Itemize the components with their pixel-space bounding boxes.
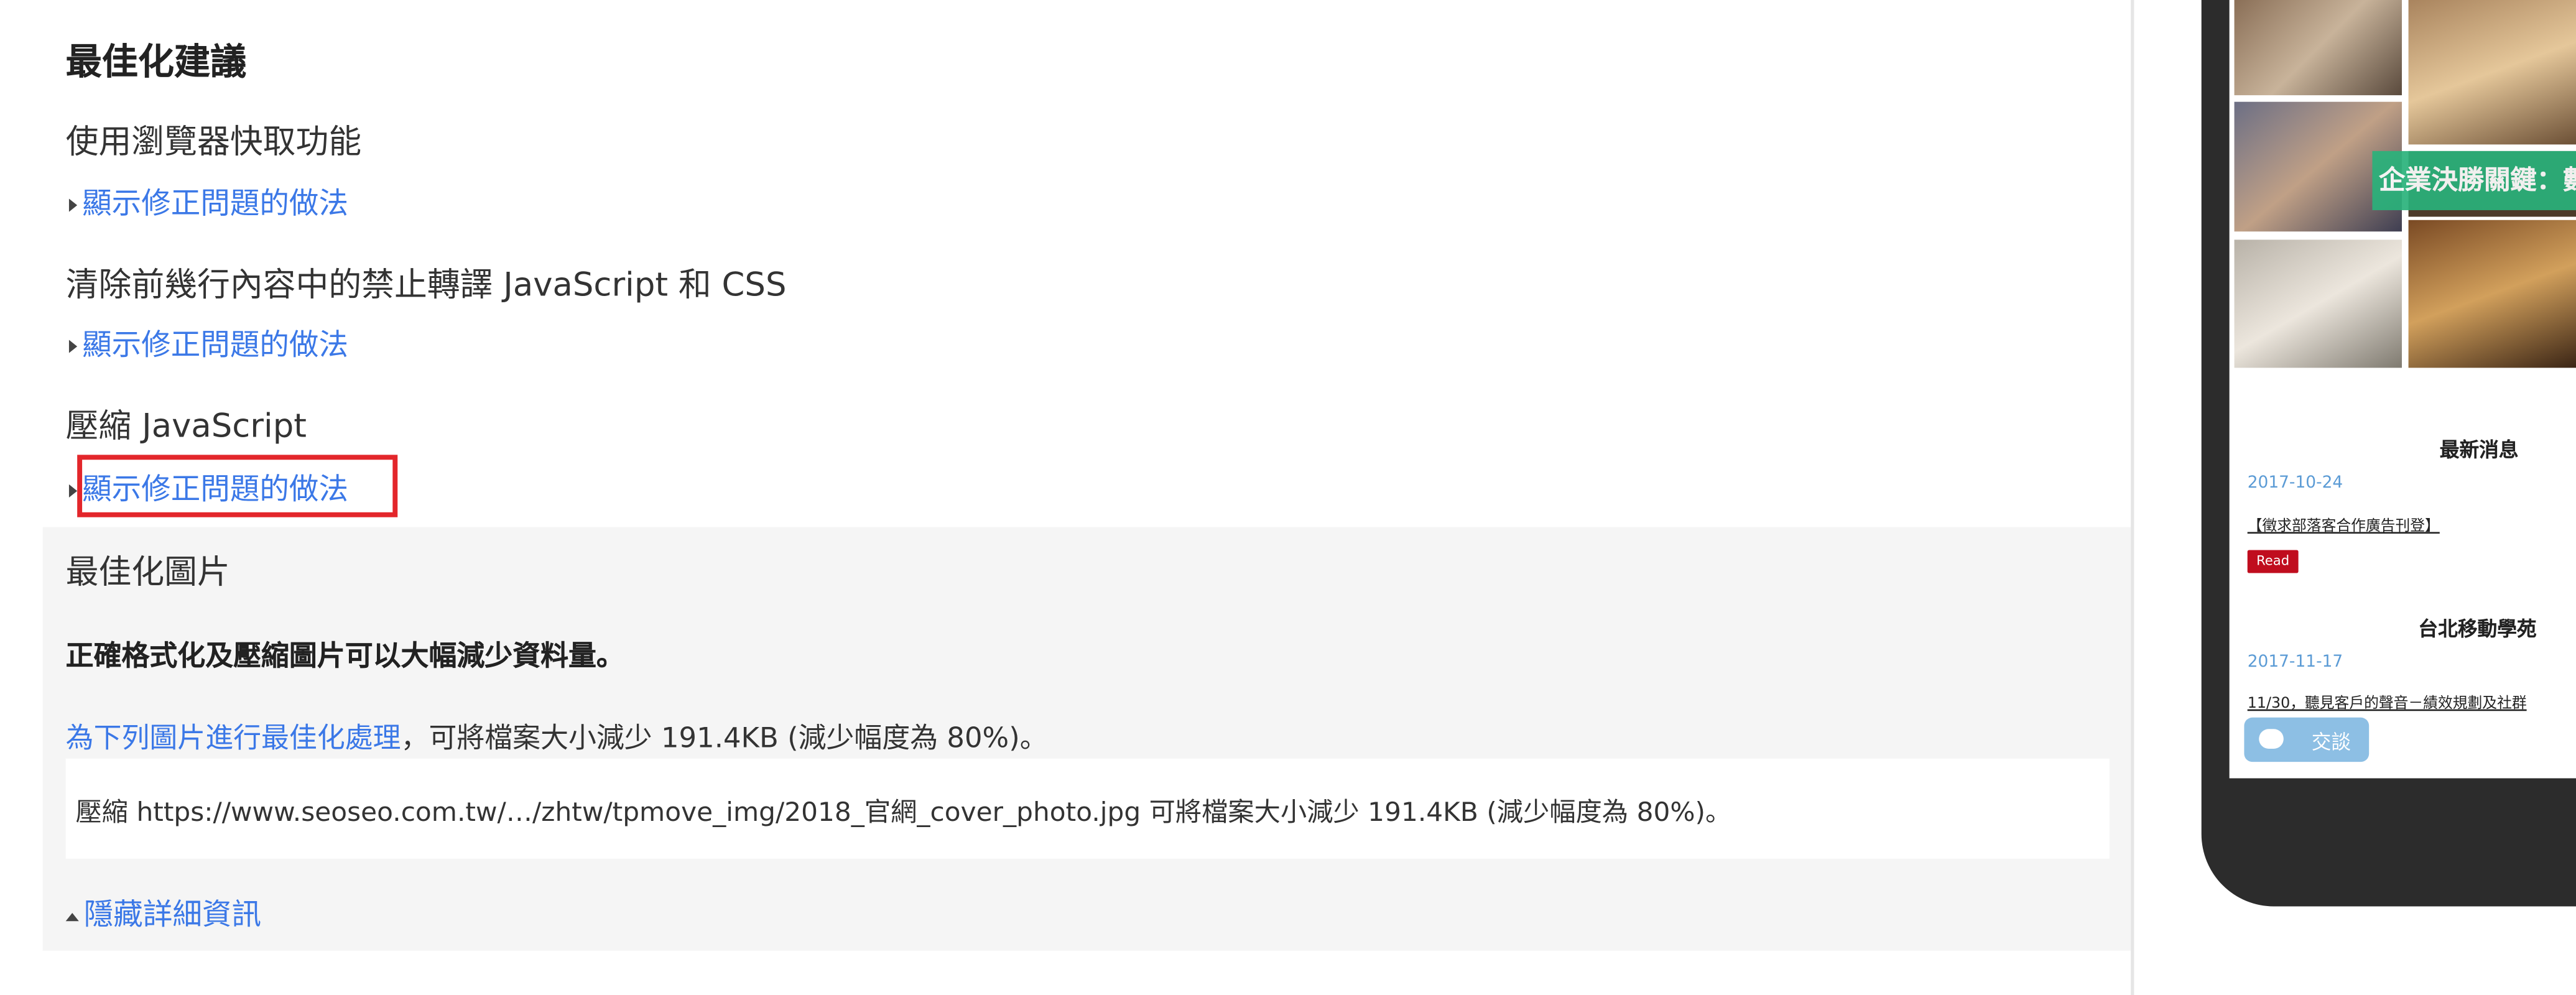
chat-bubble-icon — [2259, 729, 2284, 749]
highlight-box — [77, 455, 398, 517]
section-title: 最佳化建議 — [65, 42, 247, 84]
rule-summary: 正確格式化及壓縮圖片可以大幅減少資料量。 — [65, 640, 624, 673]
rule-title-optimize-images: 最佳化圖片 — [65, 552, 230, 591]
rule-title-render-blocking: 清除前幾行內容中的禁止轉譯 JavaScript 和 CSS — [65, 264, 787, 304]
read-badge[interactable]: Read — [2247, 550, 2299, 573]
hide-details-toggle[interactable]: 隱藏詳細資訊 — [65, 892, 261, 935]
collapse-triangle-icon — [65, 912, 79, 920]
rule-title-browser-cache: 使用瀏覽器快取功能 — [65, 121, 362, 161]
panel-divider — [2131, 0, 2134, 995]
expand-triangle-icon — [68, 198, 78, 212]
school-title-link[interactable]: 11/30，聽見客戶的聲音－績效規劃及社群 — [2248, 692, 2527, 712]
rule-title-minify-js: 壓縮 JavaScript — [65, 405, 307, 445]
promo-banner: 企業決勝關鍵：數據 — [2372, 150, 2576, 210]
photo-thumbnail — [2408, 0, 2576, 145]
chat-button[interactable]: 交談 — [2244, 717, 2370, 762]
news-title-link[interactable]: 【徵求部落客合作廣告刊登】 — [2248, 514, 2440, 535]
news-heading: 最新消息 — [2439, 438, 2519, 461]
expand-triangle-icon — [68, 340, 78, 353]
photo-thumbnail — [2234, 239, 2402, 368]
school-date: 2017-11-17 — [2247, 653, 2343, 672]
show-fix-toggle-2[interactable]: 顯示修正問題的做法 — [68, 322, 348, 364]
optimize-images-link[interactable]: 為下列圖片進行最佳化處理 — [66, 723, 401, 756]
expand-triangle-icon — [68, 484, 78, 498]
school-heading: 台北移動學苑 — [2418, 617, 2537, 641]
show-fix-toggle-1[interactable]: 顯示修正問題的做法 — [68, 180, 348, 223]
rule-description: 為下列圖片進行最佳化處理，可將檔案大小減少 191.4KB (減少幅度為 80%… — [65, 722, 1048, 756]
photo-thumbnail — [2234, 0, 2402, 96]
photo-thumbnail — [2408, 220, 2576, 368]
news-date: 2017-10-24 — [2247, 474, 2343, 493]
detail-text: 壓縮 https://www.seoseo.com.tw/…/zhtw/tpmo… — [75, 796, 1732, 828]
chat-label: 交談 — [2311, 730, 2351, 754]
